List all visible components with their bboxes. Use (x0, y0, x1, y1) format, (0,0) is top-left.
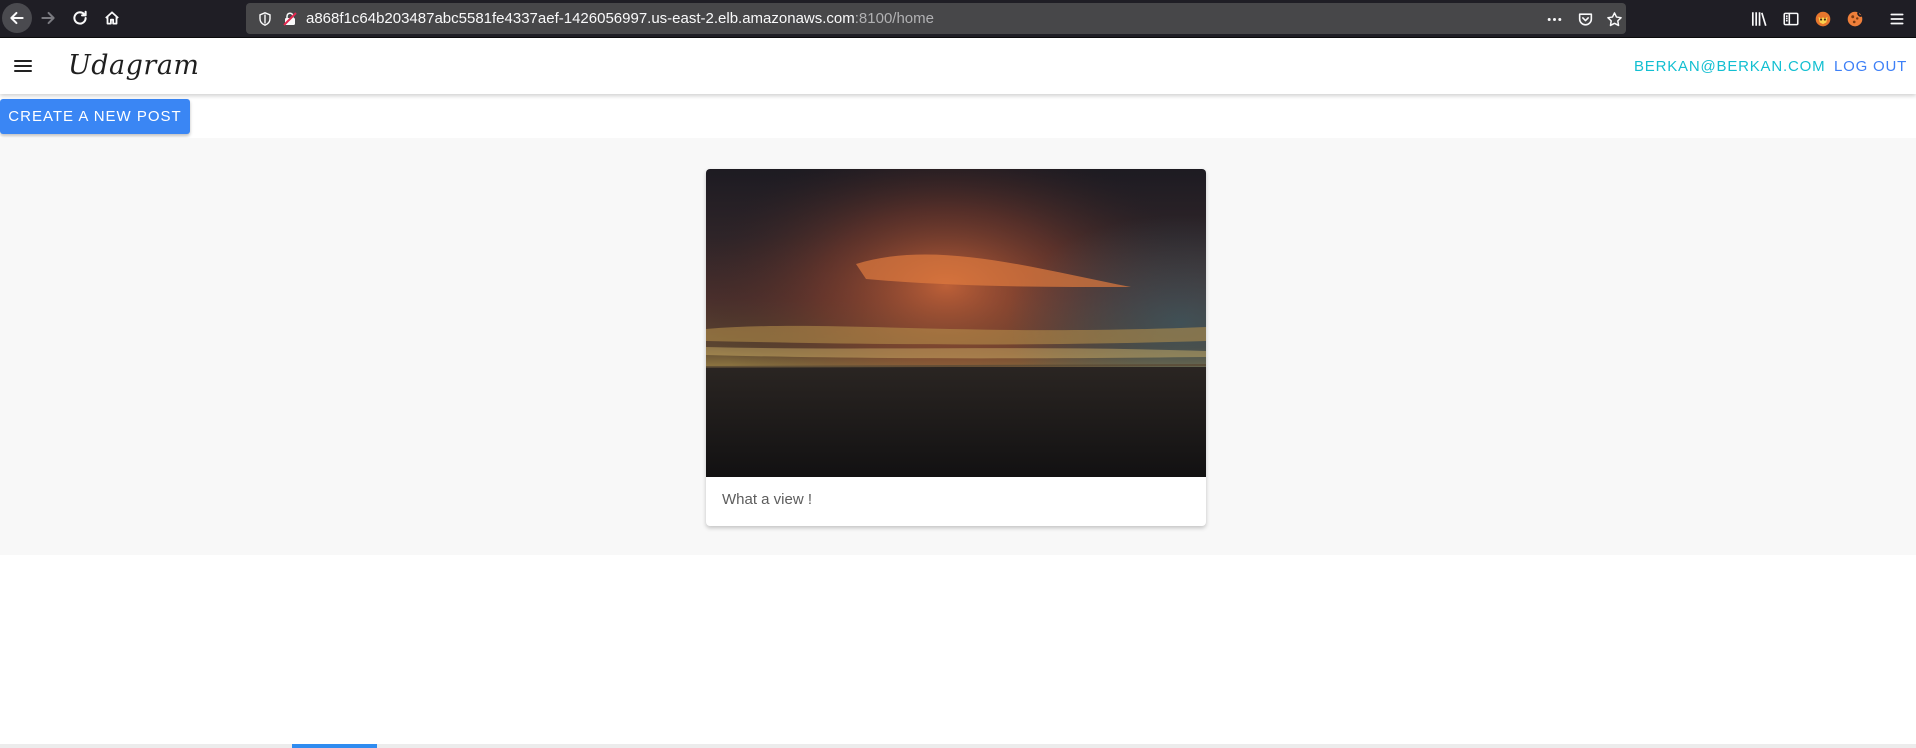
shield-icon[interactable] (256, 10, 273, 27)
more-dots-icon[interactable] (1542, 9, 1566, 29)
post-caption: What a view ! (722, 491, 813, 508)
app-header: Udagram BERKAN@BERKAN.COM LOG OUT (0, 38, 1916, 94)
sidebar-icon[interactable] (1780, 8, 1802, 30)
app-title: Udagram (68, 50, 200, 81)
library-icon[interactable] (1748, 8, 1770, 30)
browser-toolbar: a868f1c64b203487abc5581fe4337aef-1426056… (0, 0, 1916, 38)
pocket-icon[interactable] (1574, 9, 1596, 29)
feed: What a view ! (0, 138, 1916, 555)
url-path: :8100/home (854, 10, 934, 27)
create-post-button[interactable]: CREATE A NEW POST (0, 99, 190, 134)
logout-button[interactable]: LOG OUT (1834, 58, 1907, 75)
hamburger-icon[interactable] (11, 54, 35, 78)
forward-arrow-icon[interactable] (33, 3, 63, 33)
url-text[interactable]: a868f1c64b203487abc5581fe4337aef-1426056… (306, 10, 934, 27)
bottom-tab-indicator (292, 744, 377, 748)
url-bar[interactable]: a868f1c64b203487abc5581fe4337aef-1426056… (246, 3, 1626, 34)
insecure-lock-icon[interactable] (281, 10, 298, 27)
star-icon[interactable] (1603, 9, 1625, 29)
home-icon[interactable] (97, 3, 127, 33)
user-email-link[interactable]: BERKAN@BERKAN.COM (1634, 58, 1825, 75)
extension-cookie-icon[interactable] (1844, 8, 1866, 30)
reload-icon[interactable] (65, 3, 95, 33)
back-arrow-icon[interactable] (2, 3, 32, 33)
bottom-divider (0, 744, 1916, 748)
post-card: What a view ! (706, 169, 1206, 526)
menu-icon[interactable] (1886, 8, 1908, 30)
extension-fox-icon[interactable] (1812, 8, 1834, 30)
url-host: a868f1c64b203487abc5581fe4337aef-1426056… (306, 10, 855, 27)
post-image (706, 169, 1206, 477)
